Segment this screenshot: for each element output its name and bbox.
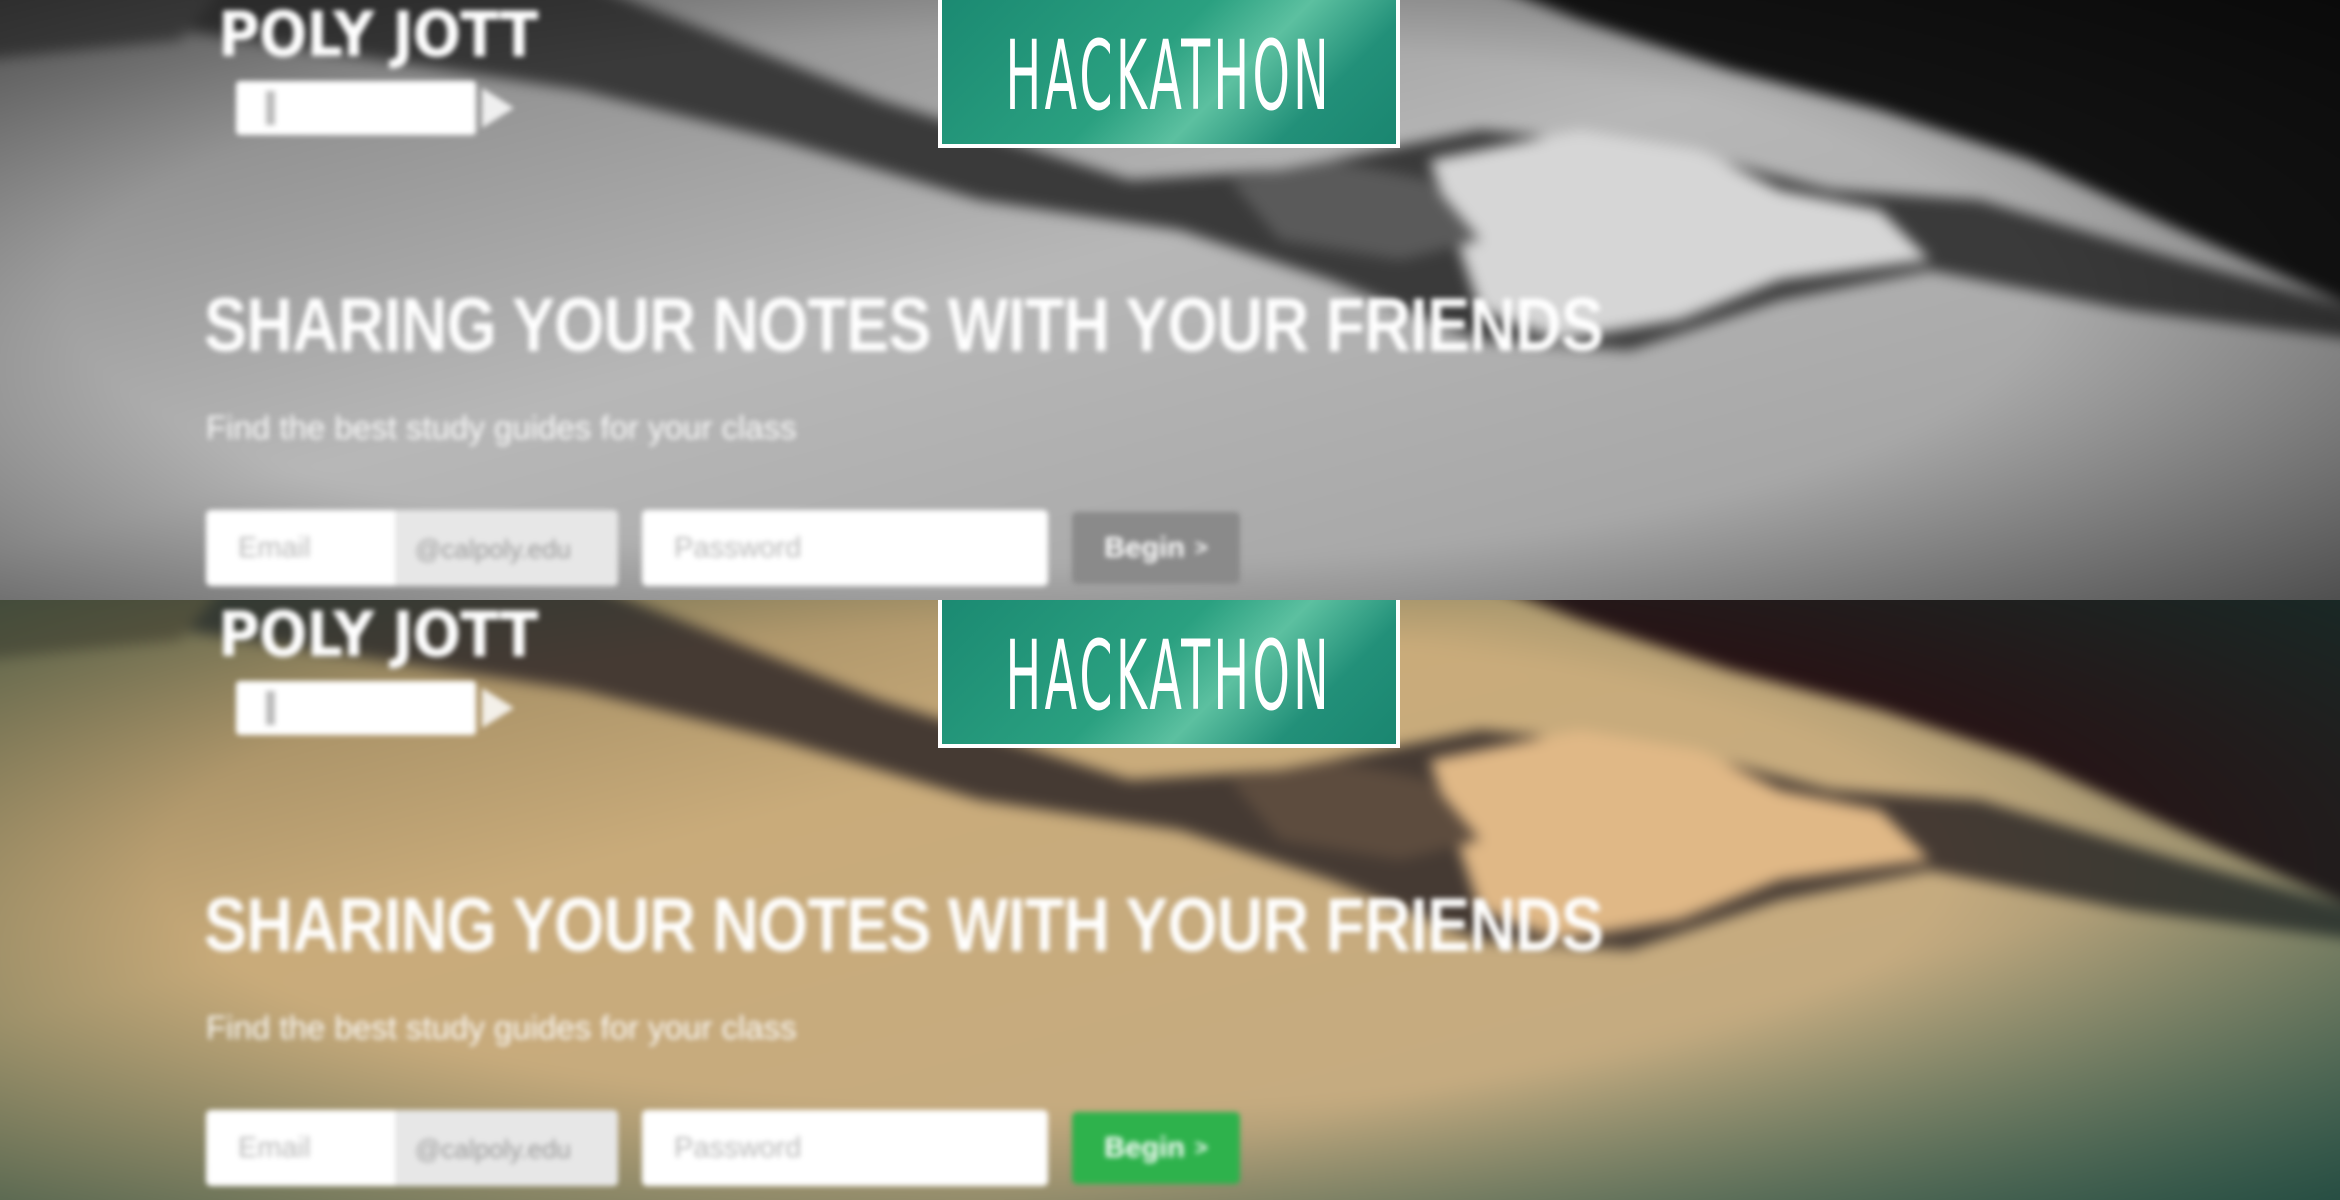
hackathon-badge-text: HACKATHON <box>1005 20 1333 132</box>
email-field[interactable]: Email @calpoly.edu <box>206 1110 618 1186</box>
hero-subheadline: Find the best study guides for your clas… <box>206 409 797 446</box>
play-arrow-icon[interactable] <box>482 88 514 128</box>
hackathon-badge-text: HACKATHON <box>1005 620 1333 732</box>
logo-search-input[interactable] <box>236 681 476 735</box>
email-field[interactable]: Email @calpoly.edu <box>206 510 618 586</box>
text-caret <box>266 91 275 125</box>
begin-button[interactable]: Begin > <box>1072 1112 1240 1184</box>
hero-headline: SHARING YOUR NOTES WITH YOUR FRIENDS <box>204 283 1604 368</box>
email-placeholder: Email <box>238 1132 311 1164</box>
logo[interactable]: POLY JOTT <box>218 604 538 666</box>
email-domain-addon: @calpoly.edu <box>396 1110 618 1186</box>
email-placeholder: Email <box>238 532 311 564</box>
hero-panel-grayscale: POLY JOTT SHARING YOUR NOTES WITH YOUR F… <box>0 0 2340 600</box>
hackathon-badge: HACKATHON <box>938 600 1400 748</box>
hero-panel-color: POLY JOTT SHARING YOUR NOTES WITH YOUR F… <box>0 600 2340 1200</box>
begin-button-label: Begin <box>1104 1131 1185 1164</box>
password-placeholder: Password <box>674 532 802 564</box>
begin-button[interactable]: Begin > <box>1072 512 1240 584</box>
password-placeholder: Password <box>674 1132 802 1164</box>
email-domain-label: @calpoly.edu <box>415 1134 571 1164</box>
hackathon-badge: HACKATHON <box>938 0 1400 148</box>
password-field[interactable]: Password <box>642 510 1048 586</box>
begin-button-label: Begin <box>1104 531 1185 564</box>
chevron-right-icon: > <box>1194 535 1208 560</box>
hero-subheadline: Find the best study guides for your clas… <box>206 1009 797 1046</box>
hero-headline: SHARING YOUR NOTES WITH YOUR FRIENDS <box>204 883 1604 968</box>
email-domain-addon: @calpoly.edu <box>396 510 618 586</box>
logo-search-input[interactable] <box>236 81 476 135</box>
chevron-right-icon: > <box>1194 1135 1208 1160</box>
text-caret <box>266 691 275 725</box>
email-domain-label: @calpoly.edu <box>415 534 571 564</box>
password-field[interactable]: Password <box>642 1110 1048 1186</box>
logo[interactable]: POLY JOTT <box>218 4 538 66</box>
play-arrow-icon[interactable] <box>482 688 514 728</box>
